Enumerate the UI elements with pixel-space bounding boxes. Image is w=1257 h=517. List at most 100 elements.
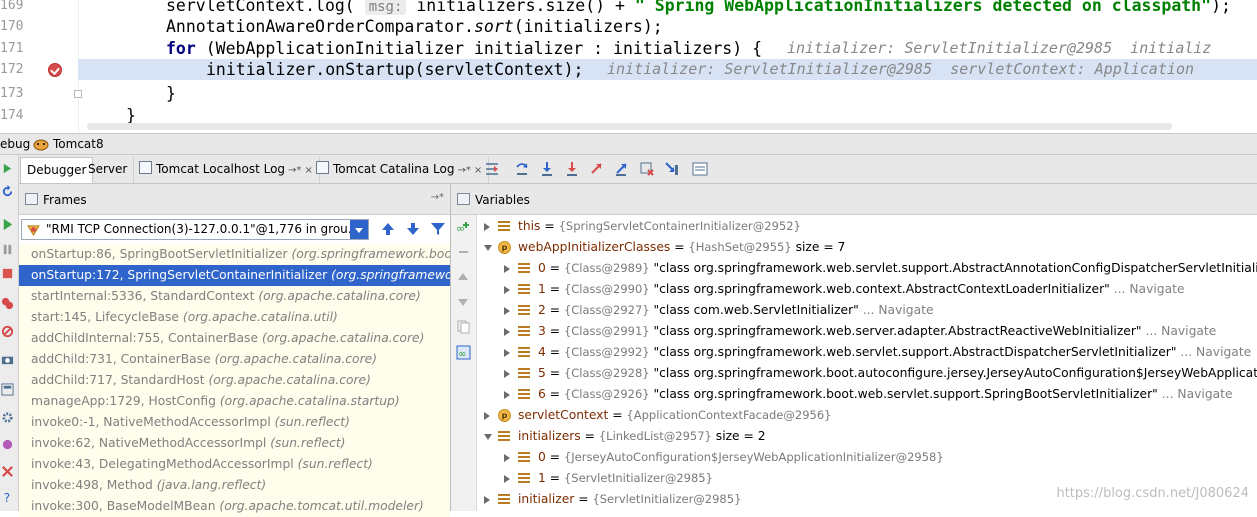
variable-row[interactable]: 3 = {Class@2991} "class org.springframew… [478, 321, 1257, 342]
variable-value: "class org.springframework.web.servlet.s… [649, 261, 1257, 275]
stop-icon[interactable] [1, 267, 14, 280]
expand-arrow-icon[interactable] [504, 328, 510, 336]
expand-arrow-icon[interactable] [504, 307, 510, 315]
code-line[interactable]: 173 } [0, 83, 1257, 104]
run-config-name[interactable]: Tomcat8 [53, 137, 104, 151]
frame-row[interactable]: addChild:717, StandardHost (org.apache.c… [19, 370, 450, 391]
variable-row[interactable]: 4 = {Class@2992} "class org.springframew… [478, 342, 1257, 363]
variable-row[interactable]: 6 = {Class@2926} "class org.springframew… [478, 384, 1257, 405]
frame-row[interactable]: onStartup:86, SpringBootServletInitializ… [19, 244, 450, 265]
tab-tomcat-localhost-log[interactable]: Tomcat Localhost Log →* × [133, 157, 320, 183]
refresh-icon[interactable] [1, 185, 14, 198]
drop-frame-icon[interactable] [614, 161, 630, 177]
move-up-icon[interactable] [456, 270, 471, 285]
copy-icon[interactable] [456, 319, 471, 334]
variable-row[interactable]: 2 = {Class@2927} "class com.web.ServletI… [478, 300, 1257, 321]
variable-row[interactable]: initializers = {LinkedList@2957} size = … [478, 426, 1257, 447]
frame-row-selected[interactable]: onStartup:172, SpringServletContainerIni… [19, 265, 450, 286]
frame-row[interactable]: invoke:43, DelegatingMethodAccessorImpl … [19, 454, 450, 475]
expand-arrow-icon[interactable] [484, 223, 490, 231]
frame-row[interactable]: invoke0:-1, NativeMethodAccessorImpl (su… [19, 412, 450, 433]
expand-arrow-icon[interactable] [504, 370, 510, 378]
filter-icon[interactable] [430, 221, 446, 237]
watches-toggle-icon[interactable]: ∞ [456, 345, 471, 360]
expand-arrow-icon[interactable] [504, 391, 510, 399]
navigate-link[interactable]: ... Navigate [1158, 387, 1233, 401]
chevron-down-icon[interactable] [350, 220, 368, 239]
variable-row[interactable]: p webAppInitializerClasses = {HashSet@295… [478, 237, 1257, 258]
navigate-link[interactable]: ... Navigate [1142, 324, 1217, 338]
help-icon[interactable]: ? [1, 491, 14, 504]
frames-list[interactable]: onStartup:86, SpringBootServletInitializ… [19, 244, 450, 517]
resume-icon[interactable] [1, 218, 14, 231]
variable-row[interactable]: 1 = {Class@2990} "class org.springframew… [478, 279, 1257, 300]
variable-value: "class org.springframework.web.context.A… [649, 282, 1110, 296]
expand-arrow-icon[interactable] [504, 454, 510, 462]
expand-arrow-icon[interactable] [504, 349, 510, 357]
camera-icon[interactable] [1, 353, 14, 366]
settings-icon[interactable] [1, 411, 14, 424]
navigate-link[interactable]: ... Navigate [1110, 282, 1185, 296]
expand-arrow-icon[interactable] [484, 496, 490, 504]
mute-breakpoints-icon[interactable] [1, 325, 14, 338]
collapse-arrow-icon[interactable] [484, 245, 492, 251]
navigate-link[interactable]: ... Navigate [1177, 345, 1251, 359]
variable-separator: = [545, 450, 564, 464]
move-down-icon[interactable] [456, 294, 471, 309]
frame-row[interactable]: addChildInternal:755, ContainerBase (org… [19, 328, 450, 349]
variable-name: this [518, 219, 541, 233]
variable-row[interactable]: this = {SpringServletContainerInitialize… [478, 216, 1257, 237]
fold-icon[interactable] [74, 90, 82, 98]
horizontal-scrollbar[interactable] [87, 123, 1172, 130]
evaluate-expression-icon[interactable] [692, 161, 708, 177]
arrow-down-icon[interactable] [405, 221, 421, 237]
evaluate-step-icon[interactable] [664, 161, 680, 177]
inline-debug-value: initializer: ServletInitializer@2985 ini… [787, 39, 1212, 57]
expand-arrow-icon[interactable] [504, 286, 510, 294]
pin-icon[interactable]: →* [431, 192, 444, 203]
frame-row[interactable]: invoke:62, NativeMethodAccessorImpl (sun… [19, 433, 450, 454]
frame-row[interactable]: manageApp:1729, HostConfig (org.apache.c… [19, 391, 450, 412]
rerun-icon[interactable] [1, 162, 14, 175]
run-to-cursor-icon[interactable] [639, 161, 655, 177]
step-over-icon[interactable] [514, 161, 530, 177]
collapse-arrow-icon[interactable] [484, 434, 492, 440]
variable-row[interactable]: p servletContext = {ApplicationContextFac… [478, 405, 1257, 426]
variable-row[interactable]: 5 = {Class@2928} "class org.springframew… [478, 363, 1257, 384]
frame-row[interactable]: invoke:300, BaseModelMBean (org.apache.t… [19, 496, 450, 517]
variable-row[interactable]: 0 = {Class@2989} "class org.springframew… [478, 258, 1257, 279]
step-out-icon[interactable] [589, 161, 605, 177]
pause-icon[interactable] [1, 243, 14, 256]
layout-icon[interactable] [1, 383, 14, 396]
view-breakpoints-icon[interactable] [1, 297, 14, 310]
step-into-icon[interactable] [539, 161, 555, 177]
frame-row[interactable]: start:145, LifecycleBase (org.apache.cat… [19, 307, 450, 328]
expand-arrow-icon[interactable] [504, 265, 510, 273]
thread-selector[interactable]: "RMI TCP Connection(3)-127.0.0.1"@1,776 … [21, 219, 369, 240]
code-line[interactable]: 171 for (WebApplicationInitializer initi… [0, 38, 1257, 59]
new-watch-icon[interactable]: ∞ [456, 220, 471, 235]
tab-close-icon[interactable]: × [474, 165, 482, 176]
navigate-link[interactable]: ... Navigate [859, 303, 934, 317]
remove-watch-icon[interactable] [456, 245, 471, 260]
code-editor[interactable]: 169 servletContext.log( msg: initializer… [0, 0, 1257, 133]
expand-arrow-icon[interactable] [484, 412, 490, 420]
show-execution-point-icon[interactable] [484, 161, 500, 177]
force-step-into-icon[interactable] [564, 161, 580, 177]
tab-tomcat-catalina-log[interactable]: Tomcat Catalina Log →* × [310, 157, 490, 183]
field-icon [498, 431, 510, 442]
frame-row[interactable]: startInternal:5336, StandardContext (org… [19, 286, 450, 307]
tab-server[interactable]: Server [82, 157, 135, 183]
frame-row[interactable]: addChild:731, ContainerBase (org.apache.… [19, 349, 450, 370]
frame-row[interactable]: invoke:498, Method (java.lang.reflect) [19, 475, 450, 496]
expand-arrow-icon[interactable] [504, 475, 510, 483]
variables-tree[interactable]: this = {SpringServletContainerInitialize… [478, 216, 1257, 510]
code-line[interactable]: 169 servletContext.log( msg: initializer… [0, 0, 1257, 16]
close-icon[interactable] [1, 465, 14, 478]
arrow-up-icon[interactable] [380, 221, 396, 237]
code-line[interactable]: 170 AnnotationAwareOrderComparator.sort(… [0, 16, 1257, 37]
breakpoint-icon[interactable] [48, 63, 62, 77]
variable-row[interactable]: 0 = {JerseyAutoConfiguration$JerseyWebAp… [478, 447, 1257, 468]
code-line[interactable]: 172 initializer.onStartup(servletContext… [0, 59, 1257, 80]
plugin-icon[interactable] [1, 438, 14, 451]
